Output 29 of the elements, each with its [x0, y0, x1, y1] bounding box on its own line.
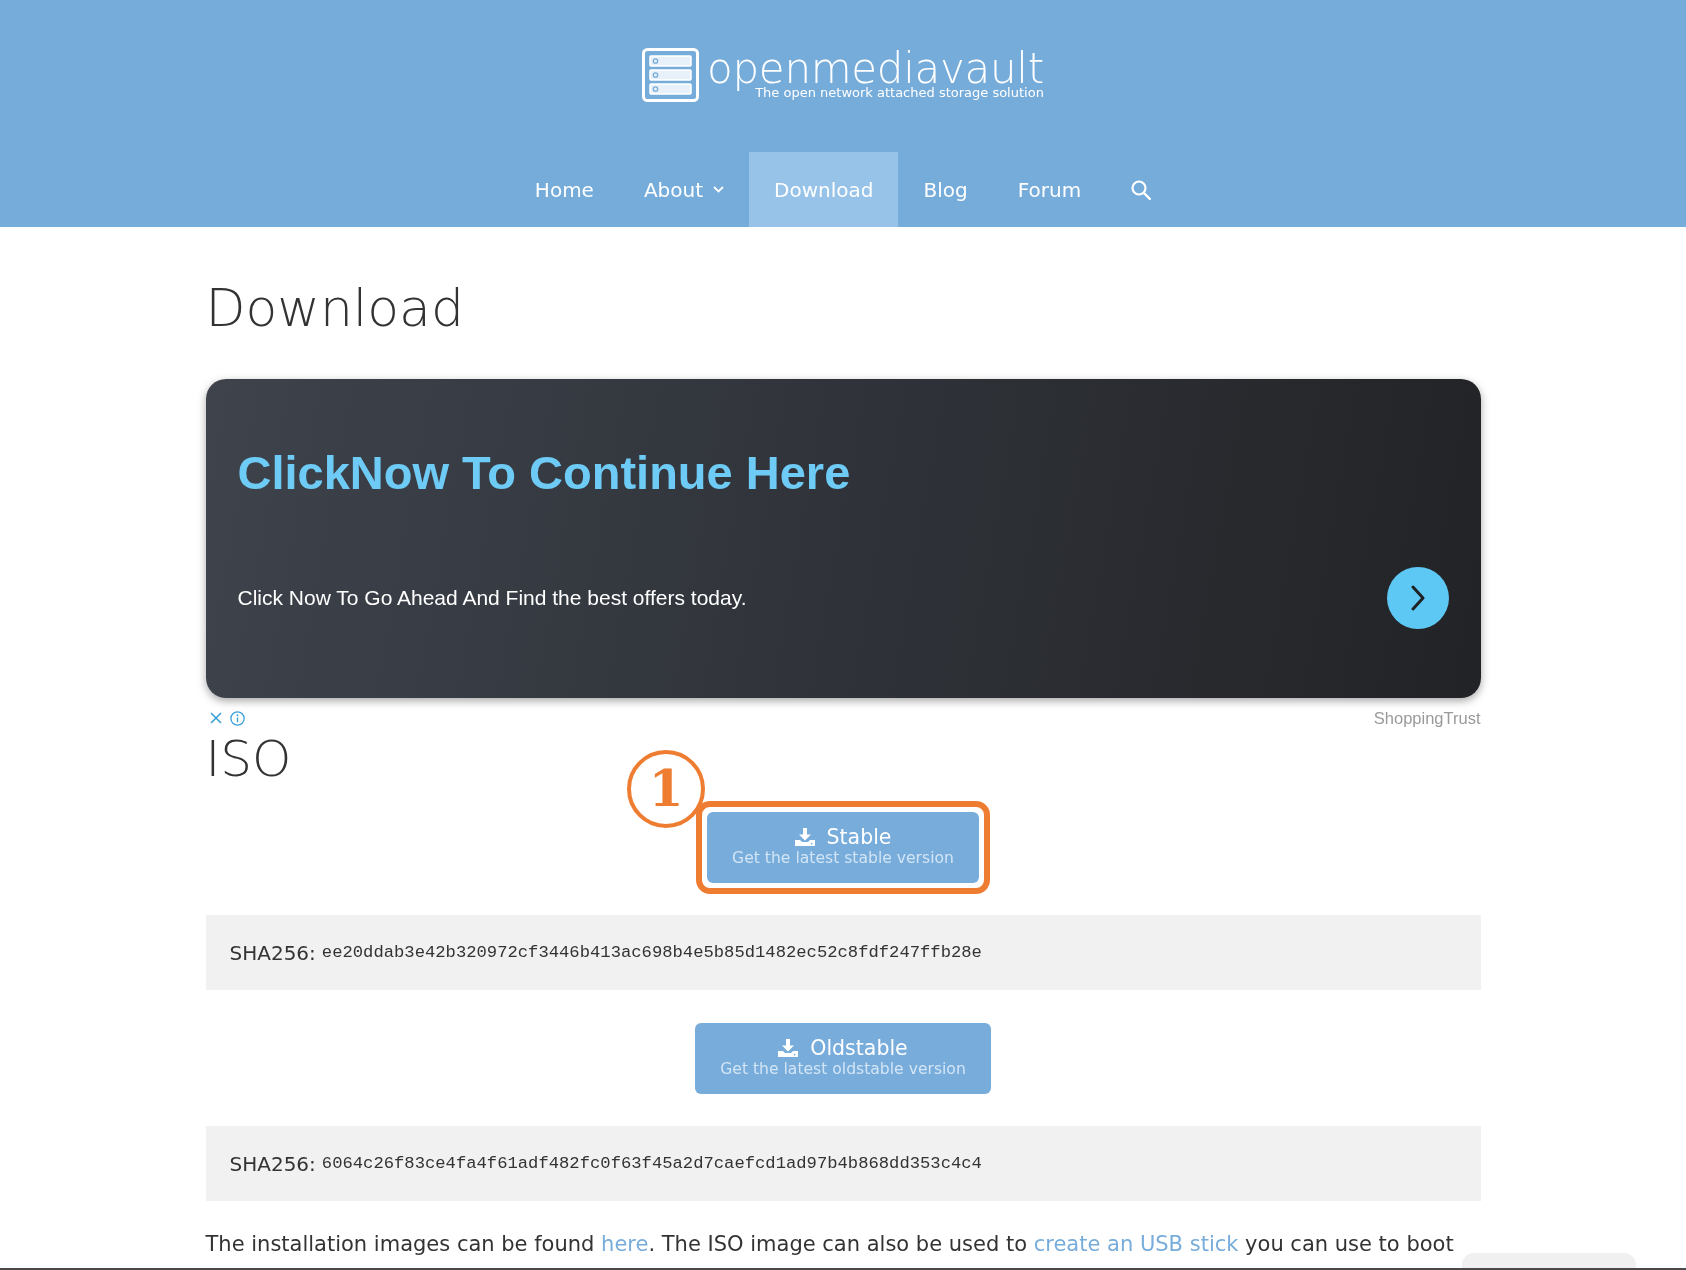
nav-link[interactable]: Home [509, 152, 619, 227]
nav-link[interactable]: About [618, 152, 750, 227]
download-button[interactable]: Stable Get the latest stable version [707, 812, 979, 883]
inline-link[interactable]: here [601, 1232, 649, 1256]
ad-headline: ClickNow To Continue Here [237, 445, 851, 500]
ad-text: Click Now To Go Ahead And Find the best offers today. [237, 585, 747, 612]
caret-icon [713, 186, 725, 193]
page-title: Download [205, 277, 464, 339]
download-button[interactable]: Oldstable Get the latest oldstable version [695, 1023, 991, 1094]
section-heading: ISO [205, 729, 292, 789]
nav-link[interactable]: Forum [992, 152, 1107, 227]
ad-sponsor: ShoppingTrust [1373, 708, 1481, 728]
info-icon[interactable] [229, 710, 245, 726]
nav-link[interactable]: Blog [898, 152, 993, 227]
intro-paragraph: The installation images can be found here. The ISO image can also be used to create an USB stick you can use to boot [205, 1231, 1454, 1258]
nav-link[interactable]: Download [749, 152, 899, 227]
server-rack-icon[interactable] [642, 48, 700, 102]
checksum-value: 6064c26f83ce4fa4f61adf482fc0f63f45a2d7caefcd1ad97b4b868dd353c4c4 [321, 1152, 982, 1175]
close-icon[interactable] [209, 712, 222, 724]
checksum-label: SHA256: [229, 939, 316, 967]
checksum-value: ee20ddab3e42b320972cf3446b413ac698b4e5b85d1482ec52c8fdf247ffb28e [321, 941, 982, 964]
checksum-label: SHA256: [229, 1150, 316, 1178]
download-icon [778, 1039, 799, 1057]
ad-banner[interactable]: ClickNow To Continue Here Click Now To Go Ahead And Find the best offers today. [205, 379, 1481, 698]
download-icon [794, 828, 815, 846]
search-icon[interactable] [1131, 179, 1152, 200]
inline-link[interactable]: create an USB stick [1033, 1232, 1239, 1256]
chevron-right-icon [1409, 585, 1426, 611]
callout-number: 1 [627, 750, 706, 828]
